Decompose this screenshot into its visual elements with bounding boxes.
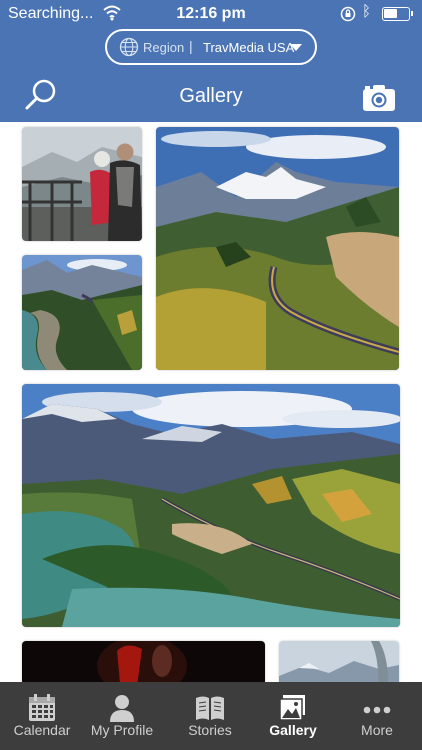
tab-label: My Profile (90, 722, 154, 738)
gallery-photo[interactable] (22, 641, 265, 682)
tab-label: Stories (188, 722, 232, 738)
gallery-photo[interactable] (22, 255, 142, 370)
photo-gallery (0, 122, 422, 682)
tab-more[interactable]: More (335, 682, 419, 750)
river-canyon-train-photo (22, 255, 142, 370)
lake-valley-train-photo (22, 384, 400, 627)
region-separator: | (189, 38, 193, 54)
camera-icon[interactable] (362, 84, 396, 112)
header: Searching... 12:16 pm ᛒ Region | TravMed… (0, 0, 422, 122)
tab-calendar[interactable]: Calendar (0, 682, 84, 750)
tab-my-profile[interactable]: My Profile (80, 682, 164, 750)
app-screen: Searching... 12:16 pm ᛒ Region | TravMed… (0, 0, 422, 750)
book-icon (196, 696, 224, 720)
rotation-lock-icon (340, 6, 356, 22)
clock-text: 12:16 pm (176, 5, 246, 22)
calendar-icon (29, 694, 55, 721)
tab-label: More (361, 722, 393, 738)
gallery-photo[interactable] (156, 127, 399, 370)
mountain-window-photo (279, 641, 399, 682)
more-icon (363, 706, 391, 714)
tab-bar: Calendar My Profile Stories Gallery More (0, 682, 422, 750)
status-bar: Searching... 12:16 pm ᛒ (0, 0, 422, 28)
mountain-train-photo (156, 127, 399, 370)
profile-icon (110, 695, 134, 722)
couple-at-railing-photo (22, 127, 142, 241)
battery-icon (382, 7, 413, 21)
tab-label: Gallery (269, 722, 317, 738)
bluetooth-icon: ᛒ (362, 3, 372, 20)
tab-gallery[interactable]: Gallery (251, 682, 335, 750)
dark-interior-photo (22, 641, 265, 682)
tab-stories[interactable]: Stories (168, 682, 252, 750)
globe-icon (119, 37, 139, 57)
gallery-photo[interactable] (279, 641, 399, 682)
page-title: Gallery (179, 85, 243, 107)
gallery-icon (279, 695, 305, 721)
chevron-down-icon (290, 44, 302, 51)
region-selector[interactable]: Region | TravMedia USA (105, 29, 317, 65)
region-label: Region (143, 40, 185, 55)
gallery-photo[interactable] (22, 384, 400, 627)
tab-label: Calendar (13, 722, 71, 738)
region-value: TravMedia USA (203, 40, 295, 55)
gallery-photo[interactable] (22, 127, 142, 241)
